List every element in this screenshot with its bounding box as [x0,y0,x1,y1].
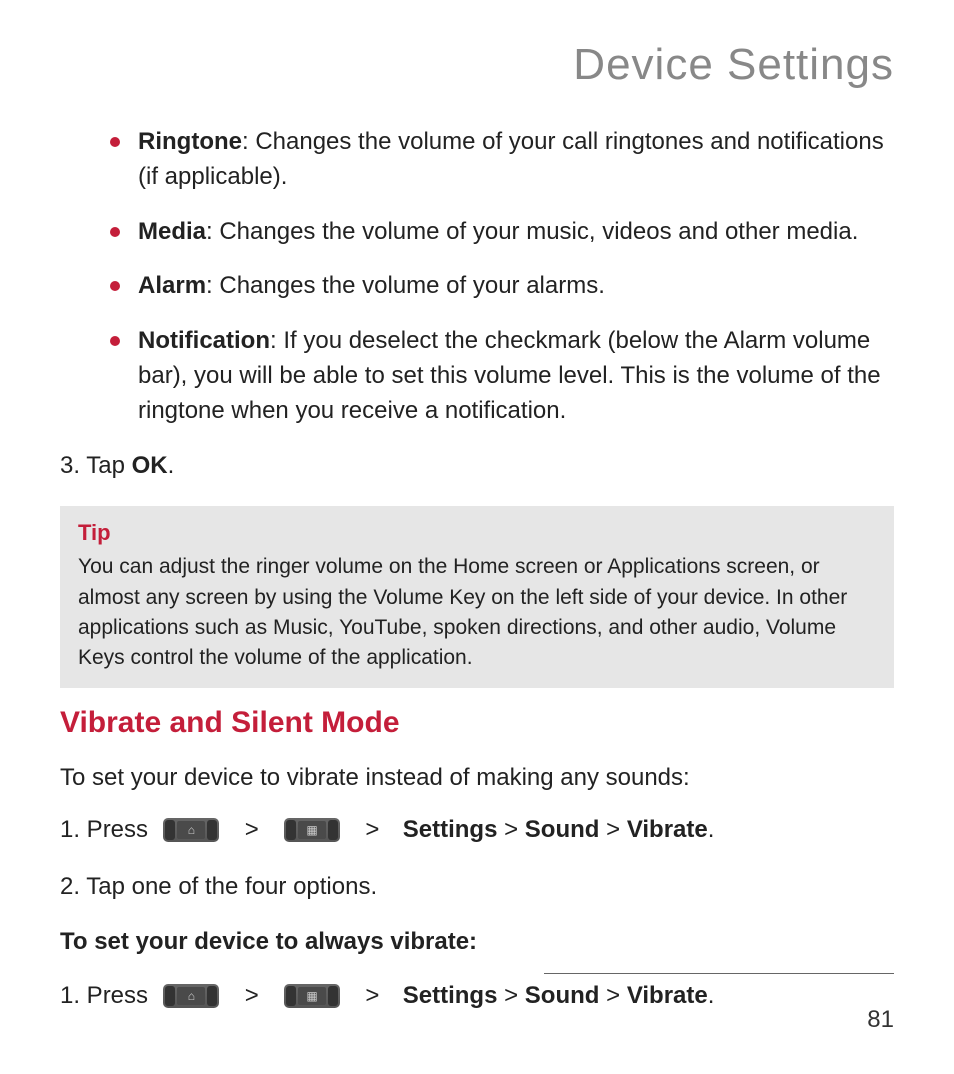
bullet-desc: : Changes the volume of your call ringto… [138,128,884,190]
always-vibrate-heading: To set your device to always vibrate: [60,928,894,956]
nav-separator: > [231,978,272,1014]
home-key-icon: ⌂ [163,984,219,1008]
step-prefix: 1. Press [60,812,161,848]
bullet-label: Media [138,218,206,245]
bullet-desc: : Changes the volume of your music, vide… [206,218,858,245]
path-settings: Settings [403,978,498,1014]
bullet-label: Alarm [138,272,206,299]
footer-rule [544,973,894,974]
path-sep: > [599,812,626,848]
path-sep: > [497,978,524,1014]
tip-text: You can adjust the ringer volume on the … [78,552,876,674]
tip-title: Tip [78,520,876,546]
home-glyph-icon: ⌂ [177,821,205,839]
tip-box: Tip You can adjust the ringer volume on … [60,506,894,688]
bullet-label: Ringtone [138,128,242,155]
bullet-media: Media: Changes the volume of your music,… [110,215,894,250]
bullet-label: Notification [138,327,270,354]
path-sound: Sound [525,812,600,848]
bullet-dot-icon [110,137,120,147]
apps-key-icon: ▦ [284,818,340,842]
vibrate-step-1: 1. Press ⌂ > ▦ > Settings > Sound > Vibr… [60,812,894,848]
bullet-dot-icon [110,227,120,237]
path-end: . [708,978,715,1014]
apps-glyph-icon: ▦ [298,821,326,839]
step-3-tap-ok: 3. Tap OK. [60,449,894,483]
page-number: 81 [867,1006,894,1034]
apps-glyph-icon: ▦ [298,987,326,1005]
bullet-dot-icon [110,281,120,291]
manual-page: Device Settings Ringtone: Changes the vo… [0,0,954,1074]
home-key-icon: ⌂ [163,818,219,842]
bullet-notification: Notification: If you deselect the checkm… [110,324,894,428]
path-sep: > [497,812,524,848]
path-sound: Sound [525,978,600,1014]
home-glyph-icon: ⌂ [177,987,205,1005]
bullet-ringtone: Ringtone: Changes the volume of your cal… [110,125,894,195]
bullet-text: Ringtone: Changes the volume of your cal… [138,125,894,195]
vibrate-intro: To set your device to vibrate instead of… [60,764,894,792]
path-vibrate: Vibrate [627,812,708,848]
page-title: Device Settings [60,40,894,90]
path-sep: > [599,978,626,1014]
bullet-alarm: Alarm: Changes the volume of your alarms… [110,269,894,304]
bullet-text: Alarm: Changes the volume of your alarms… [138,269,894,304]
bullet-text: Media: Changes the volume of your music,… [138,215,894,250]
bullet-text: Notification: If you deselect the checkm… [138,324,894,428]
step-suffix: . [168,452,175,479]
path-vibrate: Vibrate [627,978,708,1014]
bullet-dot-icon [110,336,120,346]
vibrate-step-2: 2. Tap one of the four options. [60,870,894,904]
step-prefix: 3. Tap [60,452,132,479]
nav-separator: > [231,812,272,848]
always-vibrate-step-1: 1. Press ⌂ > ▦ > Settings > Sound > Vibr… [60,978,894,1014]
volume-bullet-list: Ringtone: Changes the volume of your cal… [110,125,894,429]
step-prefix: 1. Press [60,978,161,1014]
path-end: . [708,812,715,848]
nav-separator: > [352,978,393,1014]
bullet-desc: : Changes the volume of your alarms. [206,272,605,299]
ok-label: OK [132,452,168,479]
path-settings: Settings [403,812,498,848]
apps-key-icon: ▦ [284,984,340,1008]
section-heading-vibrate: Vibrate and Silent Mode [60,706,894,740]
nav-separator: > [352,812,393,848]
